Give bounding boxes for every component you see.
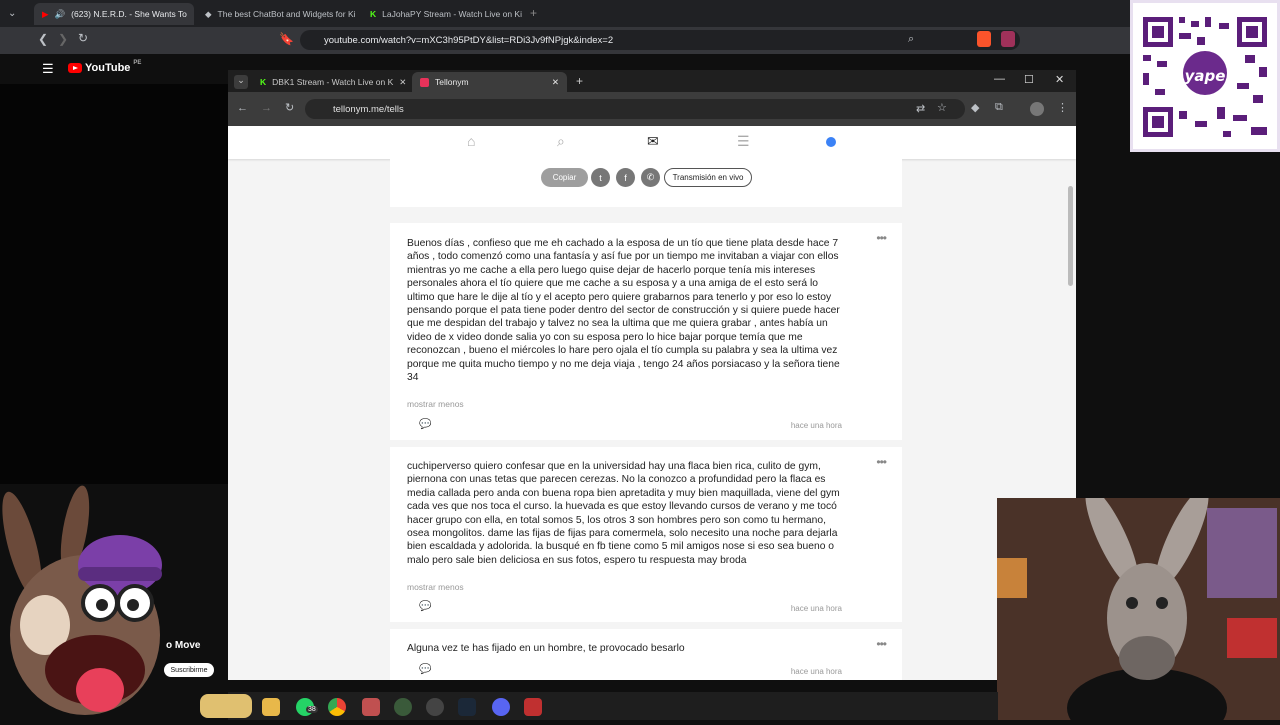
- forward-icon[interactable]: ❯: [58, 32, 68, 46]
- food-image-icon[interactable]: [200, 694, 252, 718]
- menu-icon[interactable]: ☰: [42, 61, 54, 77]
- comment-icon[interactable]: 💬: [419, 601, 431, 612]
- show-less-link[interactable]: mostrar menos: [407, 399, 464, 409]
- tell-text: cuchiperverso quiero confesar que en la …: [407, 461, 840, 566]
- tab-search-icon[interactable]: ⌄: [8, 8, 16, 19]
- tell-card: cuchiperverso quiero confesar que en la …: [390, 447, 902, 622]
- tellonym-icon: [420, 77, 429, 87]
- youtube-logo-text: YouTube: [85, 62, 131, 74]
- cartoon-donkey-avatar: [0, 485, 170, 720]
- app-icon[interactable]: [362, 698, 380, 716]
- back-icon[interactable]: ❮: [38, 32, 48, 46]
- steam-icon[interactable]: [458, 698, 476, 716]
- new-tab-icon[interactable]: +: [576, 74, 583, 88]
- tell-timestamp: hace una hora: [790, 667, 842, 676]
- comment-icon[interactable]: 💬: [419, 664, 431, 675]
- outer-tab-kick[interactable]: K LaJohaPY Stream - Watch Live on Ki: [362, 3, 522, 25]
- extensions-icon[interactable]: ⧉: [995, 101, 1003, 114]
- diamond-icon: ◆: [205, 8, 212, 19]
- discord-icon[interactable]: [492, 698, 510, 716]
- reload-icon[interactable]: ↻: [78, 31, 88, 45]
- subscribe-button[interactable]: Suscribirme: [164, 663, 214, 677]
- home-icon[interactable]: ⌂: [467, 133, 475, 149]
- reload-icon[interactable]: ↻: [285, 101, 294, 114]
- yape-logo-text: yape: [1184, 67, 1226, 85]
- youtube-icon: ▶: [42, 8, 49, 19]
- obs-icon[interactable]: [426, 698, 444, 716]
- tell-timestamp: hace una hora: [790, 604, 842, 613]
- translate-icon[interactable]: ⇄: [916, 102, 925, 115]
- region-code: PE: [133, 60, 142, 66]
- tell-card: Buenos días , confieso que me eh cachado…: [390, 223, 902, 440]
- more-options-icon[interactable]: •••: [876, 455, 887, 469]
- close-icon[interactable]: ✕: [193, 9, 194, 20]
- tell-timestamp: hace una hora: [790, 421, 842, 430]
- outer-url-text: youtube.com/watch?v=mXC3h95PtDY&list=RDi…: [324, 34, 614, 46]
- tell-text: Buenos días , confieso que me eh cachado…: [407, 238, 840, 384]
- comment-icon[interactable]: 💬: [419, 419, 431, 430]
- live-stream-button[interactable]: Transmisión en vivo: [664, 168, 752, 187]
- chrome-taskbar-icon[interactable]: [328, 698, 346, 716]
- inbox-icon[interactable]: ✉: [647, 133, 659, 150]
- tab-label: LaJohaPY Stream - Watch Live on Ki: [382, 9, 522, 19]
- page-scrollbar[interactable]: [1068, 186, 1073, 286]
- minimize-icon[interactable]: —: [994, 73, 1005, 85]
- back-icon[interactable]: ←: [237, 102, 248, 114]
- tab-label: DBK1 Stream - Watch Live on K: [272, 77, 394, 87]
- zoom-icon[interactable]: ⌕: [908, 33, 914, 46]
- inner-tab-dbk1[interactable]: K DBK1 Stream - Watch Live on K ✕: [252, 72, 407, 92]
- close-icon[interactable]: ✕: [399, 77, 406, 88]
- profile-icon[interactable]: [826, 137, 836, 147]
- yape-qr-code: yape: [1130, 0, 1280, 152]
- more-options-icon[interactable]: •••: [876, 231, 887, 245]
- facebook-icon[interactable]: f: [616, 168, 635, 187]
- tab-label: Tellonym: [435, 77, 469, 87]
- star-icon[interactable]: ☆: [937, 101, 947, 114]
- channel-name-fragment: o Move: [166, 640, 201, 651]
- copy-button[interactable]: Copiar: [541, 168, 588, 187]
- bookmark-icon[interactable]: 🔖: [279, 32, 294, 46]
- tab-list-icon[interactable]: ⌄: [234, 75, 248, 89]
- extension-diamond-icon[interactable]: ◆: [971, 101, 979, 114]
- inner-address-bar[interactable]: tellonym.me/tells: [305, 99, 965, 119]
- more-vert-icon[interactable]: ⋮: [1057, 101, 1068, 114]
- inner-url-text: tellonym.me/tells: [333, 103, 404, 115]
- forward-icon[interactable]: →: [261, 102, 272, 114]
- close-icon[interactable]: ✕: [552, 77, 559, 88]
- file-explorer-icon[interactable]: [262, 698, 280, 716]
- video-left-area: [0, 84, 228, 484]
- close-window-icon[interactable]: ✕: [1055, 73, 1064, 86]
- show-less-link[interactable]: mostrar menos: [407, 582, 464, 592]
- maximize-icon[interactable]: ☐: [1024, 73, 1034, 86]
- inner-tab-tellonym[interactable]: Tellonym ✕: [412, 72, 567, 92]
- youtube-play-icon: [68, 63, 82, 73]
- streamer-webcam: [997, 498, 1280, 720]
- profile-avatar[interactable]: [1030, 102, 1044, 116]
- feed-icon[interactable]: ☰: [737, 133, 750, 150]
- new-tab-icon[interactable]: +: [530, 6, 537, 20]
- tab-label: (623) N.E.R.D. - She Wants To: [71, 9, 187, 19]
- app-icon[interactable]: [524, 698, 542, 716]
- brave-rewards-icon[interactable]: [1001, 31, 1015, 47]
- kick-icon: K: [370, 9, 377, 19]
- twitter-icon[interactable]: t: [591, 168, 610, 187]
- tell-card: Alguna vez te has fijado en un hombre, t…: [390, 629, 902, 680]
- kick-icon: K: [260, 77, 267, 87]
- tab-label: The best ChatBot and Widgets for Ki: [217, 9, 356, 19]
- more-options-icon[interactable]: •••: [876, 637, 887, 651]
- app-icon[interactable]: [394, 698, 412, 716]
- whatsapp-icon[interactable]: ✆: [641, 168, 660, 187]
- youtube-logo[interactable]: YouTube PE: [68, 60, 142, 74]
- tell-text: Alguna vez te has fijado en un hombre, t…: [407, 643, 685, 654]
- whatsapp-badge: 38: [306, 706, 318, 713]
- outer-tab-chatbot[interactable]: ◆ The best ChatBot and Widgets for Ki: [197, 3, 357, 25]
- brave-shield-icon[interactable]: [977, 31, 991, 47]
- volume-icon: 🔊: [54, 8, 66, 19]
- outer-tab-youtube[interactable]: ▶ 🔊 (623) N.E.R.D. - She Wants To ✕: [34, 3, 194, 25]
- search-icon[interactable]: ⌕: [557, 133, 565, 150]
